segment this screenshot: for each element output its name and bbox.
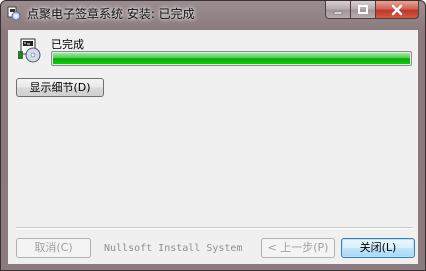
- maximize-button[interactable]: [351, 1, 376, 19]
- cancel-button[interactable]: 取消(C): [16, 238, 91, 258]
- window-title: 点聚电子签章系统 安装: 已完成: [27, 7, 195, 21]
- installer-client-area: 已完成 显示细节(D) 取消(C) Nullsoft Install Syste…: [8, 30, 418, 264]
- installer-icon: [17, 37, 43, 63]
- close-window-button[interactable]: [376, 1, 419, 19]
- nsis-branding-label: Nullsoft Install System: [104, 243, 243, 254]
- caption-buttons: [325, 1, 419, 20]
- show-details-button[interactable]: 显示细节(D): [16, 78, 104, 97]
- installer-window: 点聚电子签章系统 安装: 已完成 已完成 显示细节(D) 取消(C) Nulls…: [0, 0, 426, 271]
- progress-bar: [51, 51, 412, 66]
- close-button[interactable]: 关闭(L): [341, 238, 415, 258]
- close-icon: [376, 1, 418, 21]
- installer-app-icon: [6, 5, 22, 21]
- footer-divider: [16, 227, 413, 229]
- title-bar[interactable]: 点聚电子签章系统 安装: 已完成: [1, 1, 425, 29]
- maximize-icon: [351, 1, 375, 20]
- status-text: 已完成: [51, 38, 84, 51]
- minimize-button[interactable]: [325, 1, 351, 19]
- back-button[interactable]: < 上一步(P): [261, 238, 335, 258]
- minimize-icon: [326, 1, 350, 21]
- progress-gloss: [53, 53, 410, 58]
